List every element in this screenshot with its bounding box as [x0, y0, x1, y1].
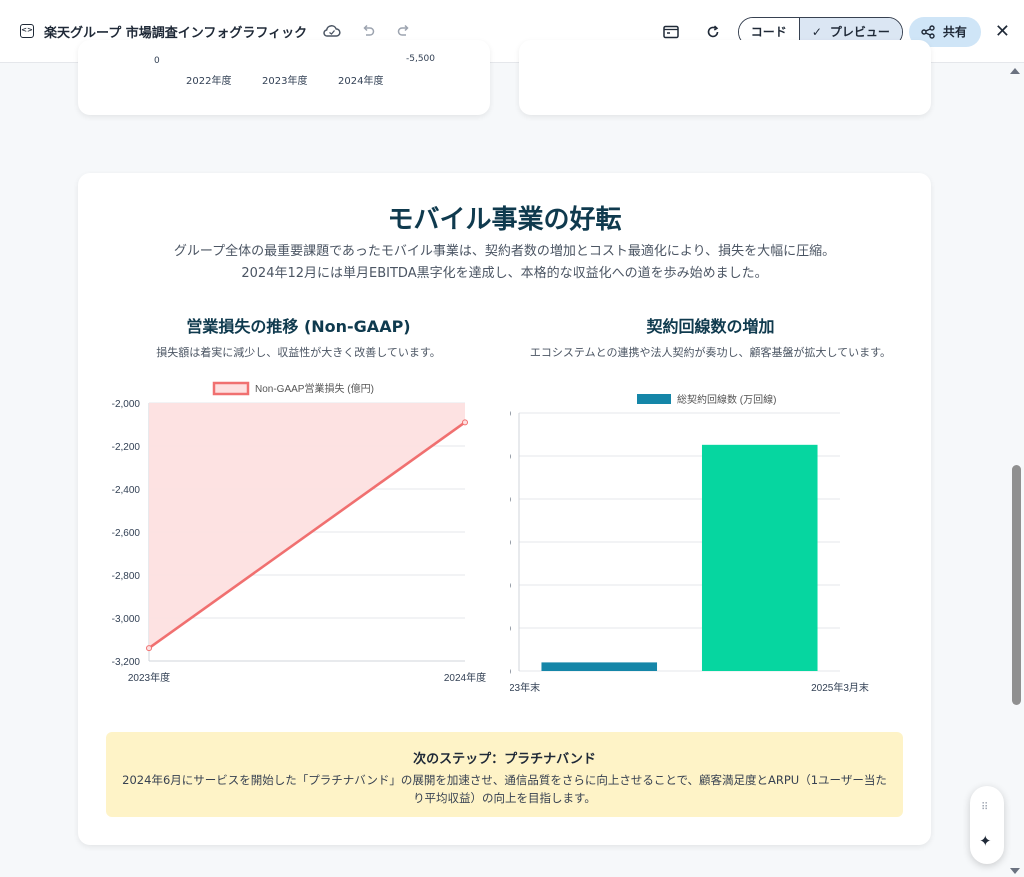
code-file-icon: <>	[20, 24, 34, 38]
app-title: 楽天グループ 市場調査インフォグラフィック	[44, 25, 308, 41]
legend-label: Non-GAAP営業損失 (億円)	[255, 382, 374, 395]
upper-tick-2023: 2023年度	[262, 76, 308, 87]
scrollbar-thumb[interactable]	[1012, 465, 1021, 705]
scroll-up-arrow-icon[interactable]	[1010, 68, 1020, 74]
legend-swatch	[212, 381, 250, 396]
loss-area-fill	[149, 403, 465, 649]
cloud-save-icon[interactable]	[321, 20, 343, 42]
loss-chart-desc: 損失額は着実に減少し、収益性が大きく改善しています。	[156, 346, 441, 359]
previous-info-card	[519, 40, 931, 115]
operating-loss-chart: Non-GAAP営業損失 (億円) -2,000 -2,200 -2,400 -2,60…	[112, 381, 486, 684]
upper-zero-tick: 0	[154, 56, 160, 66]
y-tick-label: -3,000	[112, 614, 141, 625]
y-tick-label: -2,000	[112, 399, 141, 410]
legend-swatch	[637, 394, 671, 404]
y-tick-label: 800	[510, 495, 511, 506]
drag-handle-icon[interactable]: ⠿	[981, 802, 988, 813]
section-title: モバイル事業の好転	[387, 205, 622, 235]
lines-chart-desc: エコシステムとの連携や法人契約が奏功し、顧客基盤が拡大しています。	[529, 346, 892, 359]
x-tick-label: 2025年3月末	[811, 681, 869, 694]
mobile-section-card: モバイル事業の好転 グループ全体の最重要課題であったモバイル事業は、契約者数の増…	[78, 173, 931, 845]
upper-tick-2022: 2022年度	[186, 76, 232, 87]
y-tick-label: 600	[510, 667, 511, 678]
next-step-callout: 次のステップ：プラチナバンド 2024年6月にサービスを開始した「プラチナバンド…	[106, 732, 903, 817]
y-tick-label: 750	[510, 538, 511, 549]
loss-chart-title: 営業損失の推移 (Non-GAAP)	[186, 317, 411, 336]
scroll-down-arrow-icon[interactable]	[1010, 868, 1020, 874]
preview-label: プレビュー	[829, 25, 890, 39]
y-tick-label: 650	[510, 624, 511, 635]
y-tick-label: -2,800	[112, 571, 141, 582]
x-tick-label: 2024年度	[444, 671, 486, 684]
y-tick-label: -3,200	[112, 657, 141, 668]
x-tick-label: 2023年末	[510, 681, 540, 694]
y-tick-label: 700	[510, 581, 511, 592]
lines-chart-title: 契約回線数の増加	[646, 317, 775, 336]
floating-tool-panel: ⠿ ✦	[970, 786, 1004, 864]
close-icon[interactable]: ✕	[995, 21, 1010, 42]
y-tick-label: 850	[510, 452, 511, 463]
redo-icon[interactable]	[393, 20, 415, 42]
sparkle-icon[interactable]: ✦	[979, 832, 992, 850]
contract-lines-chart: 総契約回線数 (万回線) 900 850 800 750 700 650 600 2023年末 2…	[510, 393, 869, 694]
bar	[541, 662, 658, 671]
y-tick-label: -2,400	[112, 485, 141, 496]
y-tick-label: -2,600	[112, 528, 141, 539]
previous-chart-card: 0 2022年度 2023年度 2024年度 -5,500	[78, 40, 490, 115]
y-tick-label: 900	[510, 409, 511, 420]
y-tick-label: -2,200	[112, 442, 141, 453]
share-icon	[921, 24, 935, 39]
data-point	[146, 645, 152, 652]
x-tick-label: 2023年度	[128, 671, 170, 684]
bar	[701, 444, 818, 671]
undo-icon[interactable]	[357, 20, 379, 42]
legend-label: 総契約回線数 (万回線)	[677, 393, 776, 406]
share-label: 共有	[942, 25, 967, 39]
upper-right-axis-label: -5,500	[406, 54, 436, 64]
section-description: グループ全体の最重要課題であったモバイル事業は、契約者数の増加とコスト最適化によ…	[173, 244, 836, 281]
callout-text: 2024年6月にサービスを開始した「プラチナバンド」の展開を加速させ、通信品質を…	[122, 773, 887, 805]
callout-title: 次のステップ：プラチナバンド	[413, 752, 596, 767]
check-icon: ✓	[811, 24, 822, 39]
data-point	[462, 419, 468, 426]
upper-tick-2024: 2024年度	[338, 76, 384, 87]
